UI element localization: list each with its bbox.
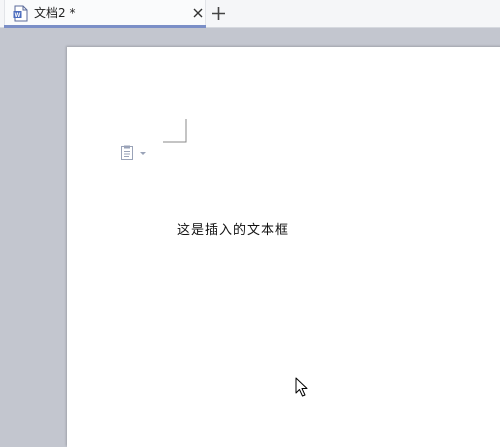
margin-corner-mark bbox=[163, 119, 187, 143]
text-box-content[interactable]: 这是插入的文本框 bbox=[177, 219, 289, 238]
paste-options-icon[interactable] bbox=[119, 145, 151, 161]
document-icon: W bbox=[13, 5, 28, 22]
svg-text:W: W bbox=[15, 13, 21, 19]
tab-bar: W 文档2 * bbox=[0, 0, 500, 28]
tab-title: 文档2 * bbox=[34, 6, 76, 20]
plus-icon[interactable] bbox=[211, 6, 226, 21]
close-icon[interactable] bbox=[192, 7, 204, 19]
document-tab[interactable]: W 文档2 * bbox=[4, 0, 206, 27]
mouse-pointer-icon bbox=[295, 377, 308, 397]
document-page[interactable] bbox=[67, 47, 500, 447]
